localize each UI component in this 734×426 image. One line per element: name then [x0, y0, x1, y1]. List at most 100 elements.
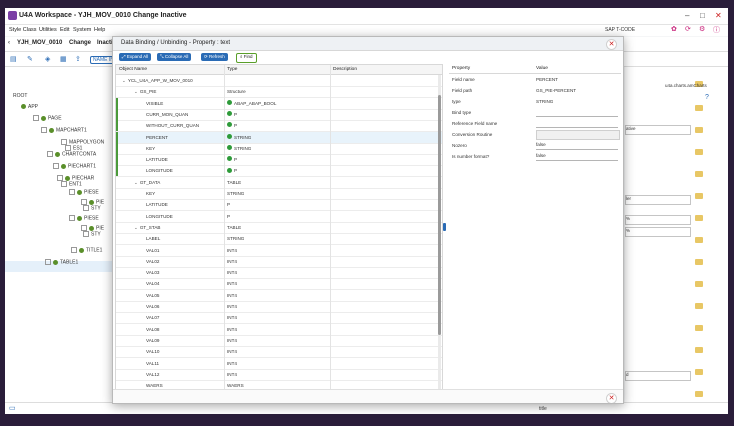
close-icon[interactable]: ✕ [715, 11, 722, 20]
refresh-icon[interactable]: ⟳ [685, 25, 691, 33]
tcode-label[interactable]: SAP T-CODE [605, 27, 635, 33]
col-type[interactable]: Type [227, 67, 237, 72]
maximize-icon[interactable]: □ [700, 11, 705, 20]
expand-all-button[interactable]: ⤢ Expand All [119, 53, 152, 61]
checkbox[interactable] [69, 189, 75, 195]
table-row[interactable]: VAL02 INT4 [116, 256, 442, 268]
find-button[interactable]: ⌕ Find [236, 53, 257, 63]
attribute-input[interactable]: ler [625, 195, 691, 205]
table-row[interactable]: LABEL STRING [116, 233, 442, 246]
table-row[interactable]: ⌄ GT_DATA TABLE [116, 177, 442, 189]
tree-node[interactable]: PIESE [69, 189, 99, 199]
table-row[interactable]: VISIBLE ABAP_ABAP_BOOL [116, 97, 442, 110]
favorite-icon[interactable]: ✿ [671, 25, 677, 33]
tree-node[interactable]: PIECHART1 [53, 163, 96, 173]
folder-icon[interactable] [695, 259, 703, 265]
back-icon[interactable]: ‹ [8, 40, 10, 46]
table-row[interactable]: WITHOUT_CURR_QUAN P [116, 120, 442, 133]
menu-utilities[interactable]: Utilities [39, 27, 57, 33]
chevron-down-icon[interactable]: ⌄ [134, 225, 138, 231]
table-row[interactable]: LATITUDE P [116, 154, 442, 167]
pane-splitter[interactable] [443, 223, 446, 231]
checkbox[interactable] [83, 205, 89, 211]
menu-style-class[interactable]: Style Class [9, 27, 37, 33]
tree-node[interactable]: MAPCHART1 [41, 127, 87, 137]
table-row[interactable]: VAL03 INT4 [116, 267, 442, 280]
table-row[interactable]: VAL11 INT4 [116, 358, 442, 370]
checkbox[interactable] [41, 127, 47, 133]
grid-scrollbar[interactable] [438, 75, 441, 393]
collapse-all-button[interactable]: ⤡ Collapse All [157, 53, 192, 61]
checkbox[interactable] [47, 151, 53, 157]
footer-close-icon[interactable]: ✕ [606, 393, 617, 403]
table-row[interactable]: VAL10 INT4 [116, 346, 442, 359]
tree-node[interactable]: TITLE1 [71, 247, 102, 257]
shield-icon[interactable]: ◈ [45, 55, 50, 63]
grid-icon[interactable]: ▦ [60, 55, 67, 63]
checkbox[interactable] [33, 115, 39, 121]
table-row[interactable]: VAL04 INT4 [116, 278, 442, 291]
chevron-down-icon[interactable]: ⌄ [134, 89, 138, 95]
property-field[interactable]: false [536, 141, 618, 150]
attribute-input[interactable]: % [625, 227, 691, 237]
table-row[interactable]: ⌄ YCL_U4A_APP_W_MOV_0010 [116, 75, 442, 87]
attribute-input[interactable]: d [625, 371, 691, 381]
property-input[interactable] [536, 130, 620, 140]
scroll-thumb[interactable] [438, 95, 441, 335]
checkbox[interactable] [61, 181, 67, 187]
property-field[interactable] [536, 108, 618, 117]
layout-icon[interactable]: ▤ [10, 55, 17, 63]
table-row[interactable]: LONGITUDE P [116, 165, 442, 178]
menu-system[interactable]: System [73, 27, 91, 33]
folder-icon[interactable] [695, 105, 703, 111]
tree-node[interactable]: CHARTCONTA [47, 151, 96, 161]
table-row[interactable]: VAL06 INT4 [116, 301, 442, 313]
checkbox[interactable] [53, 163, 59, 169]
tree-node[interactable]: APP [21, 104, 38, 114]
folder-icon[interactable] [695, 193, 703, 199]
info-icon[interactable]: ⓘ [713, 25, 720, 35]
folder-icon[interactable] [695, 149, 703, 155]
table-row[interactable]: LATITUDE P [116, 199, 442, 212]
folder-icon[interactable] [695, 325, 703, 331]
table-row[interactable]: VAL05 INT4 [116, 290, 442, 302]
tree-node[interactable]: STY [83, 231, 101, 241]
table-row[interactable]: LONGITUDE P [116, 211, 442, 223]
folder-icon[interactable] [695, 127, 703, 133]
monitor-icon[interactable]: ▭ [9, 404, 16, 412]
tree-node[interactable]: STY [83, 205, 101, 215]
attribute-input[interactable]: ative [625, 125, 691, 135]
folder-icon[interactable] [695, 303, 703, 309]
folder-icon[interactable] [695, 369, 703, 375]
attribute-input[interactable]: % [625, 215, 691, 225]
tree-node[interactable]: PAGE [33, 115, 62, 125]
help-icon[interactable]: ? [705, 94, 709, 101]
menu-help[interactable]: Help [94, 27, 105, 33]
table-row[interactable]: VAL08 INT4 [116, 324, 442, 336]
chevron-down-icon[interactable]: ⌄ [122, 78, 126, 84]
table-row[interactable]: PERCENT STRING [116, 131, 442, 144]
tree-node[interactable]: PIESE [69, 215, 99, 225]
dialog-close-icon[interactable]: ✕ [606, 39, 617, 50]
folder-icon[interactable] [695, 347, 703, 353]
table-row[interactable]: VAL12 INT4 [116, 369, 442, 381]
property-field[interactable]: false [536, 152, 618, 161]
table-row[interactable]: CURR_MON_QUAN P [116, 108, 442, 121]
settings-icon[interactable]: ⚙ [699, 25, 705, 33]
export-icon[interactable]: ⇪ [75, 55, 81, 63]
folder-icon[interactable] [695, 237, 703, 243]
chevron-down-icon[interactable]: ⌄ [134, 180, 138, 186]
table-row[interactable]: ⌄ GT_STAB TABLE [116, 222, 442, 234]
tree-node[interactable]: ROOT [13, 93, 27, 103]
minimize-icon[interactable]: – [685, 11, 689, 20]
table-row[interactable]: VAL07 INT4 [116, 312, 442, 325]
col-object-name[interactable]: Object Name [119, 67, 147, 72]
checkbox[interactable] [69, 215, 75, 221]
tree-node[interactable]: TABLE1 [45, 259, 78, 269]
table-row[interactable]: VAL01 INT4 [116, 245, 442, 257]
checkbox[interactable] [71, 247, 77, 253]
table-row[interactable]: ⌄ GS_PIE Structure [116, 86, 442, 99]
table-row[interactable]: VAL09 INT4 [116, 335, 442, 347]
menu-edit[interactable]: Edit [60, 27, 69, 33]
folder-icon[interactable] [695, 215, 703, 221]
